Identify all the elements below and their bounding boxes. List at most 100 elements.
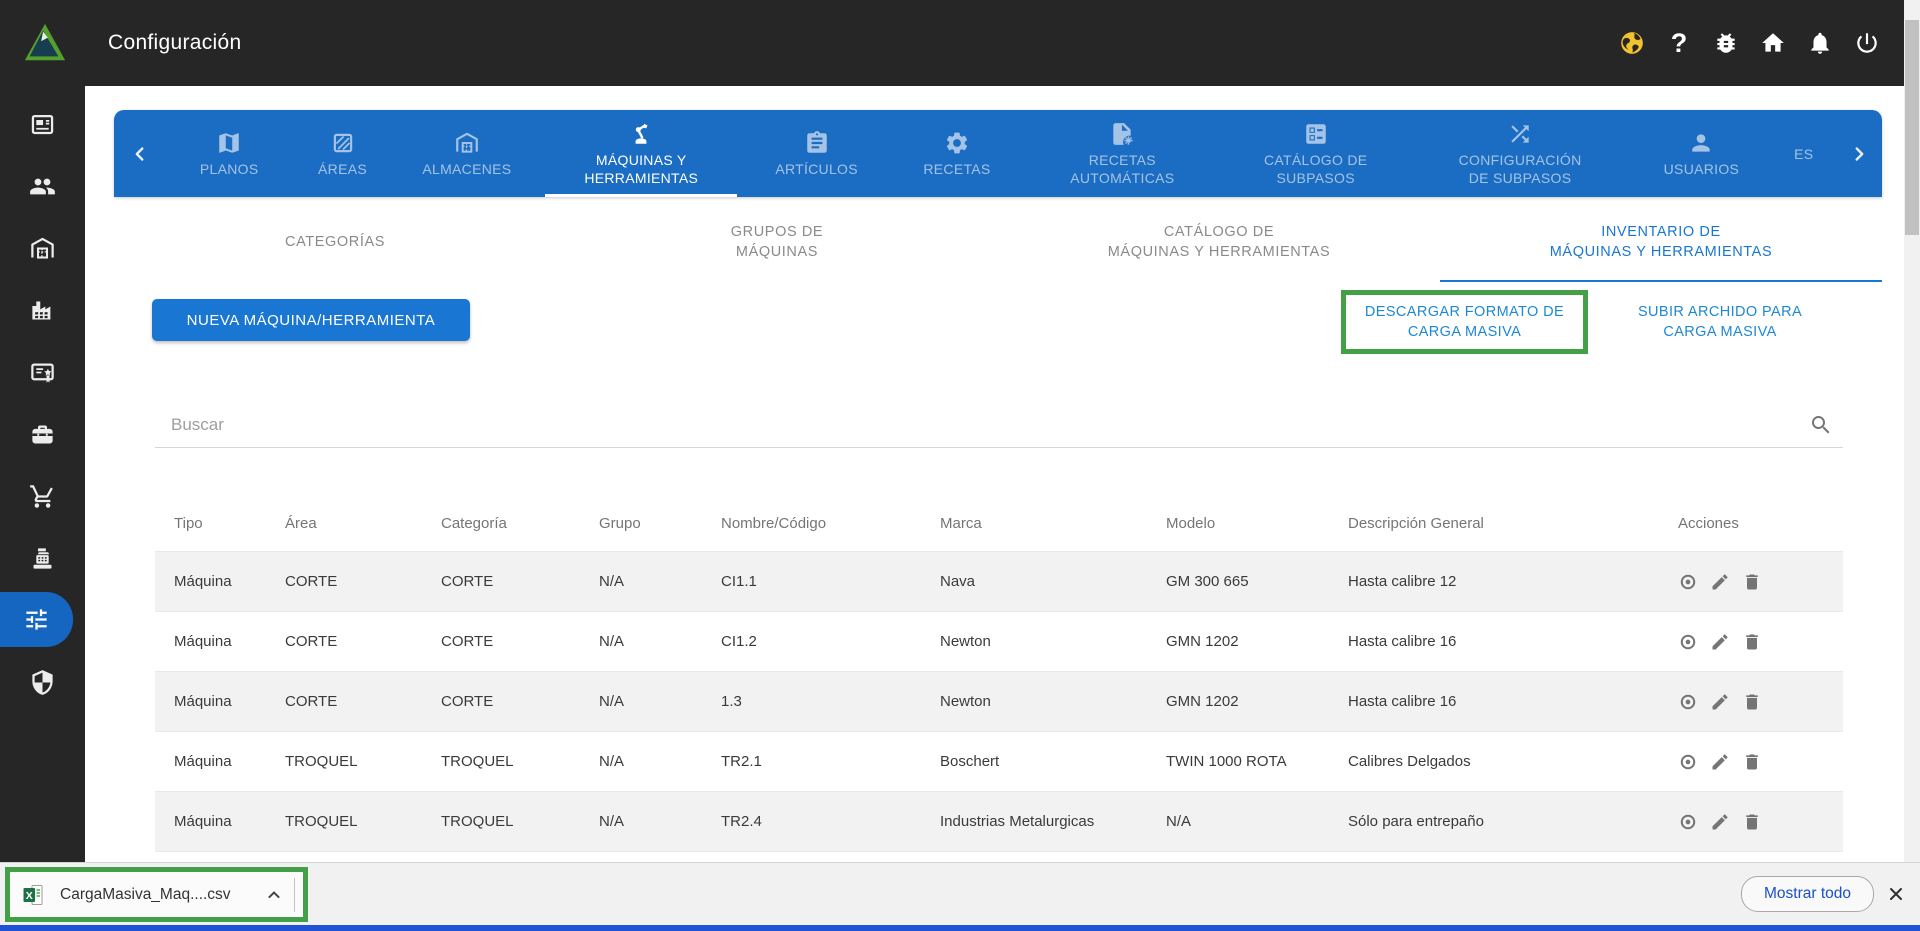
- warehouse-icon: [454, 130, 480, 156]
- sidebar-item-factory[interactable]: [0, 279, 85, 341]
- sub-tab-categorias[interactable]: CATEGORÍAS: [114, 202, 556, 282]
- main-tab-catalogo-de-subpasos[interactable]: CATÁLOGO DE SUBPASOS: [1227, 110, 1405, 197]
- tune-icon: [23, 606, 50, 633]
- main-tab-planos[interactable]: PLANOS: [170, 110, 288, 197]
- downloaded-filename: CargaMasiva_Maq....csv: [60, 886, 231, 904]
- trash-icon: [1742, 752, 1762, 772]
- table-body: MáquinaCORTECORTEN/ACI1.1NavaGM 300 665H…: [155, 551, 1843, 851]
- cell-descripcion-general: Hasta calibre 16: [1348, 633, 1678, 650]
- cell-area: TROQUEL: [285, 753, 441, 770]
- search-icon[interactable]: [1809, 413, 1833, 437]
- power-icon[interactable]: [1854, 30, 1880, 56]
- download-format-highlight-box: DESCARGAR FORMATO DE CARGA MASIVA: [1341, 290, 1588, 354]
- view-button[interactable]: [1678, 812, 1698, 832]
- cell-grupo: N/A: [599, 753, 721, 770]
- main-tab-configuracion-de-subpasos[interactable]: CONFIGURACIÓN DE SUBPASOS: [1413, 110, 1627, 197]
- edit-button[interactable]: [1710, 752, 1730, 772]
- tabs-scroll-left-button[interactable]: [114, 110, 166, 197]
- main-tab-almacenes[interactable]: ALMACENES: [397, 110, 537, 197]
- main-tab-list: PLANOSÁREASALMACENESMÁQUINAS Y HERRAMIEN…: [166, 110, 1836, 197]
- main-tab-recetas-automaticas[interactable]: RECETAS AUTOMÁTICAS: [1026, 110, 1218, 197]
- downloaded-file-chip[interactable]: X CargaMasiva_Maq....csv: [10, 872, 303, 917]
- cell-descripcion-general: Hasta calibre 12: [1348, 573, 1678, 590]
- view-button[interactable]: [1678, 692, 1698, 712]
- view-button[interactable]: [1678, 632, 1698, 652]
- sidebar-item-toolbox[interactable]: [0, 403, 85, 465]
- download-format-link[interactable]: DESCARGAR FORMATO DE CARGA MASIVA: [1365, 302, 1564, 342]
- sidebar-item-register[interactable]: [0, 527, 85, 589]
- column-header-nombre-codigo: Nombre/Código: [721, 515, 940, 532]
- bug-icon[interactable]: [1713, 30, 1739, 56]
- sub-tab-catalogo-de-maquinas-y-herramientas[interactable]: CATÁLOGO DE MÁQUINAS Y HERRAMIENTAS: [998, 202, 1440, 282]
- new-machine-button[interactable]: NUEVA MÁQUINA/HERRAMIENTA: [152, 299, 470, 341]
- sidebar-item-tune[interactable]: [0, 592, 73, 647]
- main-tab-label: CONFIGURACIÓN DE SUBPASOS: [1459, 151, 1582, 187]
- view-button[interactable]: [1678, 572, 1698, 592]
- main-tab-label: USUARIOS: [1664, 160, 1740, 178]
- sidebar-item-people[interactable]: [0, 155, 85, 217]
- pencil-icon: [1710, 692, 1730, 712]
- eye-icon: [1678, 752, 1698, 772]
- tabs-scroll-right-button[interactable]: [1836, 110, 1882, 197]
- cell-categoria: TROQUEL: [441, 753, 599, 770]
- main-tab-estaciones-truncated[interactable]: ES: [1776, 110, 1832, 197]
- cell-descripcion-general: Calibres Delgados: [1348, 753, 1678, 770]
- main-tab-articulos[interactable]: ARTÍCULOS: [746, 110, 888, 197]
- excel-file-icon: X: [22, 883, 46, 907]
- main-tab-areas[interactable]: ÁREAS: [297, 110, 389, 197]
- sidebar-item-warehouse[interactable]: [0, 217, 85, 279]
- sub-tab-label: CATEGORÍAS: [285, 232, 385, 252]
- cell-acciones: [1678, 812, 1843, 832]
- app-logo-icon[interactable]: [22, 20, 68, 66]
- globe-icon[interactable]: [1619, 30, 1645, 56]
- main-tab-recetas[interactable]: RECETAS: [896, 110, 1018, 197]
- close-download-bar-icon[interactable]: [1886, 884, 1906, 904]
- delete-button[interactable]: [1742, 692, 1762, 712]
- table-header-row: TipoÁreaCategoríaGrupoNombre/CódigoMarca…: [155, 495, 1843, 551]
- chevron-up-icon[interactable]: [264, 885, 284, 905]
- delete-button[interactable]: [1742, 572, 1762, 592]
- main-tab-label: RECETAS AUTOMÁTICAS: [1070, 151, 1174, 187]
- main-tab-maquinas-y-herramientas[interactable]: MÁQUINAS Y HERRAMIENTAS: [545, 110, 737, 197]
- vertical-scrollbar[interactable]: [1904, 0, 1920, 862]
- cell-area: CORTE: [285, 573, 441, 590]
- eye-icon: [1678, 692, 1698, 712]
- sidebar-item-news[interactable]: [0, 93, 85, 155]
- certificate-icon: [29, 359, 56, 386]
- bell-icon[interactable]: [1807, 30, 1833, 56]
- delete-button[interactable]: [1742, 632, 1762, 652]
- delete-button[interactable]: [1742, 752, 1762, 772]
- cell-nombre-codigo: CI1.2: [721, 633, 940, 650]
- column-header-acciones: Acciones: [1678, 515, 1843, 532]
- upload-file-link[interactable]: SUBIR ARCHIDO PARA CARGA MASIVA: [1595, 302, 1845, 342]
- sidebar-item-cart[interactable]: [0, 465, 85, 527]
- column-header-descripcion-general: Descripción General: [1348, 515, 1678, 532]
- edit-button[interactable]: [1710, 572, 1730, 592]
- cell-tipo: Máquina: [155, 813, 285, 830]
- view-button[interactable]: [1678, 752, 1698, 772]
- sub-tab-inventario-de-maquinas-y-herramientas[interactable]: INVENTARIO DE MÁQUINAS Y HERRAMIENTAS: [1440, 202, 1882, 282]
- home-icon[interactable]: [1760, 30, 1786, 56]
- trash-icon: [1742, 692, 1762, 712]
- edit-button[interactable]: [1710, 812, 1730, 832]
- edit-button[interactable]: [1710, 692, 1730, 712]
- help-icon[interactable]: ?: [1666, 30, 1692, 56]
- scrollbar-thumb[interactable]: [1905, 20, 1919, 235]
- show-all-downloads-button[interactable]: Mostrar todo: [1741, 876, 1874, 912]
- main-tab-usuarios[interactable]: USUARIOS: [1635, 110, 1767, 197]
- sidebar-item-shield[interactable]: [0, 651, 85, 713]
- person-icon: [1688, 130, 1714, 156]
- map-icon: [216, 130, 242, 156]
- shuffle-icon: [1507, 121, 1533, 147]
- sidebar-item-certificate[interactable]: [0, 341, 85, 403]
- pencil-icon: [1710, 812, 1730, 832]
- topbar-actions: ?: [1619, 30, 1880, 56]
- table-row: MáquinaCORTECORTEN/A1.3NewtonGMN 1202Has…: [155, 671, 1843, 731]
- delete-button[interactable]: [1742, 812, 1762, 832]
- edit-button[interactable]: [1710, 632, 1730, 652]
- cell-area: CORTE: [285, 693, 441, 710]
- sub-tab-grupos-de-maquinas[interactable]: GRUPOS DE MÁQUINAS: [556, 202, 998, 282]
- column-header-area: Área: [285, 515, 441, 532]
- search-input[interactable]: [155, 403, 1801, 447]
- main-tab-bar: PLANOSÁREASALMACENESMÁQUINAS Y HERRAMIEN…: [114, 110, 1882, 197]
